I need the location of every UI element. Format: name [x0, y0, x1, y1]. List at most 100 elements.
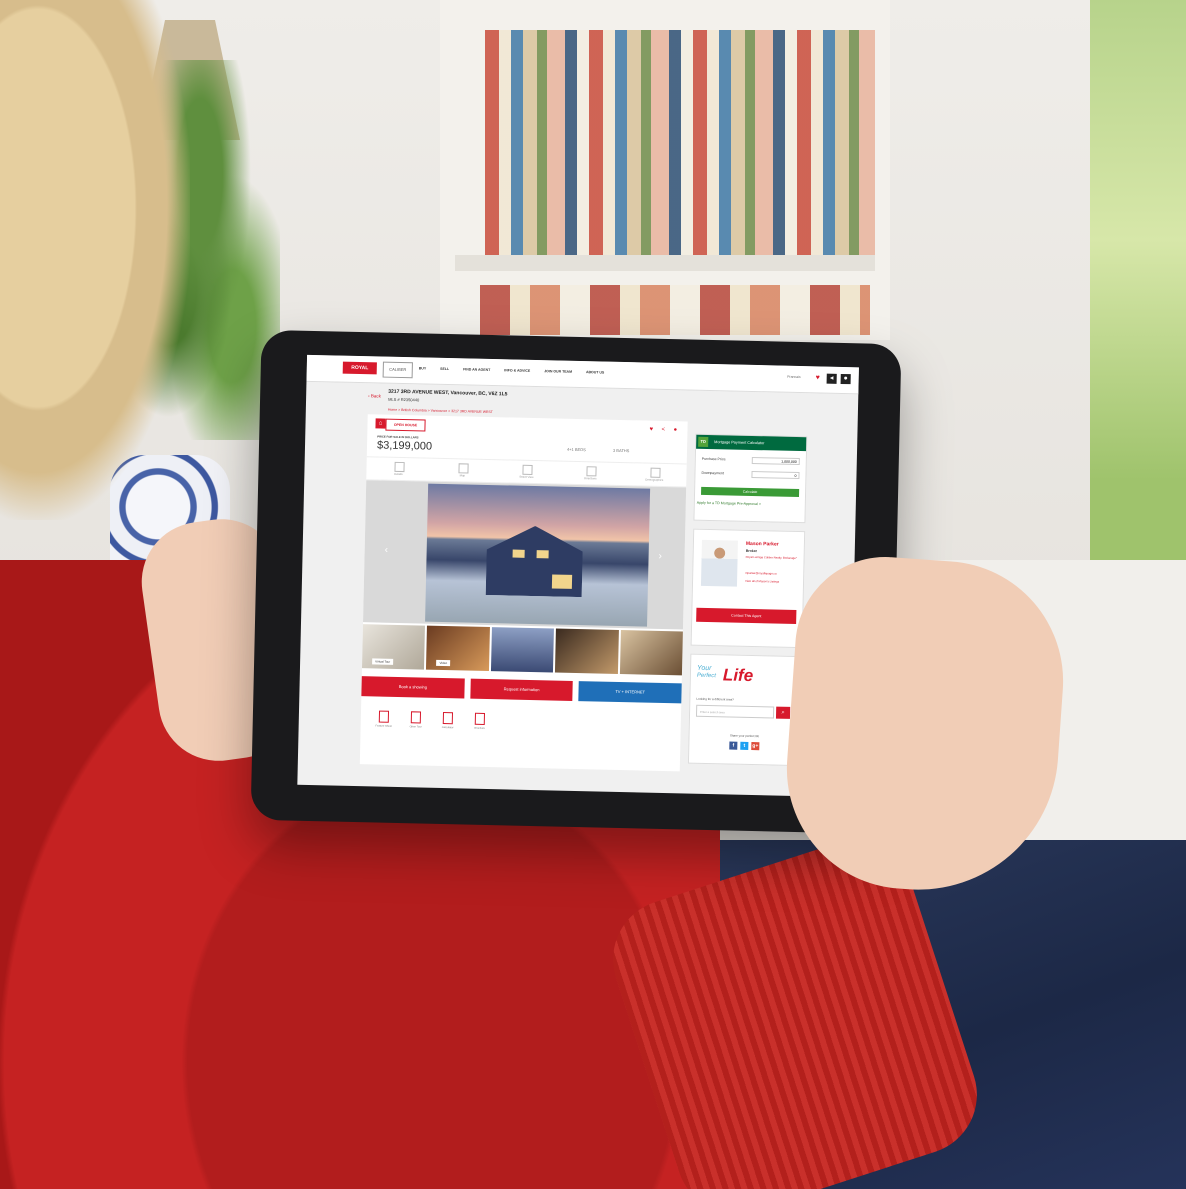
agent-email[interactable]: mparker@royallepage.ca: [745, 571, 776, 576]
calculator-tool[interactable]: Calculator: [434, 708, 461, 749]
open-tour-tool[interactable]: Open Tour: [402, 707, 429, 748]
tab-label: Details: [394, 471, 403, 477]
feature-sheet-tool[interactable]: Feature Sheet: [370, 706, 397, 747]
home-icon: ⌂: [375, 418, 386, 429]
thumbnail[interactable]: [619, 630, 683, 676]
nav-menu: BUY SELL FIND AN AGENT INFO & ADVICE JOI…: [419, 366, 605, 374]
agent-company: Royal LePage Caliber Realty, Brokerage*: [745, 554, 797, 561]
request-info-button[interactable]: Request information: [469, 678, 574, 701]
books-top-shelf: [485, 30, 875, 255]
heart-icon[interactable]: ♥: [813, 373, 823, 383]
nav-item-about[interactable]: ABOUT US: [586, 370, 604, 374]
person-hair: [0, 0, 190, 520]
twitter-icon[interactable]: t: [740, 741, 749, 750]
nav-item-sell[interactable]: SELL: [440, 367, 449, 371]
video-label[interactable]: Video: [436, 659, 451, 667]
calculator-icon: [442, 712, 454, 725]
open-house-badge[interactable]: OPEN HOUSE: [385, 418, 426, 432]
mortgage-calculator: Mortgage Payment Calculator TD Purchase …: [693, 433, 808, 524]
nav-item-join[interactable]: JOIN OUR TEAM: [544, 369, 572, 374]
tool-label: Open Tour: [409, 725, 422, 729]
map-icon: [458, 463, 469, 474]
back-link[interactable]: ‹ Back: [368, 393, 381, 398]
promo-card: Your Perfect Life Looking for a differen…: [687, 653, 803, 767]
contact-agent-button[interactable]: Contact This Agent: [696, 607, 797, 625]
downpayment-input[interactable]: 0: [751, 470, 800, 480]
facebook-icon[interactable]: f: [729, 741, 738, 750]
document-icon: [410, 711, 422, 724]
tv-internet-button[interactable]: TV + INTERNET: [578, 681, 682, 704]
listing-tools: Feature Sheet Open Tour Calculator Broch…: [360, 706, 691, 753]
tab-demographics[interactable]: Demographics: [622, 463, 686, 486]
books-lower-shelf: [480, 285, 870, 335]
share-icon[interactable]: <: [661, 427, 665, 433]
tab-street-view[interactable]: Street View: [494, 460, 558, 483]
tab-map[interactable]: Map: [430, 459, 494, 482]
google-plus-icon[interactable]: g+: [751, 742, 760, 751]
breadcrumb[interactable]: Home > British Columbia > Vancouver > 32…: [388, 408, 493, 414]
demographics-icon: [650, 467, 661, 478]
partner-logo: CALIBER: [382, 361, 413, 379]
house-window: [512, 549, 525, 558]
area-search-input[interactable]: Enter a search area: [695, 704, 775, 719]
search-icon[interactable]: ⌕: [775, 706, 791, 719]
mls-number: MLS # R2350440: [388, 396, 420, 403]
main-listing-photo[interactable]: [425, 483, 651, 627]
promo-life: Life: [722, 665, 754, 686]
tab-directions[interactable]: Directions: [558, 462, 622, 485]
tab-label: Street View: [519, 474, 534, 480]
purchase-price-input[interactable]: 1,000,000: [751, 456, 800, 466]
house-shape: [474, 525, 596, 598]
calculate-button[interactable]: Calculate: [701, 486, 800, 498]
downpayment-label: Downpayment: [701, 470, 724, 476]
nav-item-buy[interactable]: BUY: [419, 366, 426, 370]
tab-details[interactable]: Details: [366, 457, 430, 480]
house-window: [536, 550, 549, 559]
tool-label: Feature Sheet: [375, 724, 392, 728]
favorite-icon[interactable]: ♥: [649, 427, 653, 433]
photo-gallery: ‹ ›: [363, 480, 687, 630]
preapproval-link[interactable]: Apply for a TD Mortgage Pre-Approval >: [697, 501, 761, 506]
virtual-tour-label[interactable]: Virtual Tour: [372, 658, 394, 665]
action-buttons: Book a showing Request information TV + …: [361, 676, 682, 704]
td-logo: TD: [698, 436, 709, 447]
purchase-price-label: Purchase Price: [701, 456, 726, 462]
agent-name[interactable]: Mason Parker: [746, 541, 779, 548]
language-link[interactable]: Francais: [787, 375, 801, 379]
thumbnail[interactable]: Video: [426, 625, 490, 672]
brochure-tool[interactable]: Brochure: [466, 709, 493, 750]
shelf-board: [455, 255, 875, 271]
thumbnail[interactable]: Virtual Tour: [361, 624, 426, 670]
thumbnail[interactable]: [555, 628, 619, 674]
share-icon[interactable]: ◂: [826, 373, 837, 384]
print-icon[interactable]: ●: [673, 427, 677, 433]
book-showing-button[interactable]: Book a showing: [361, 676, 465, 699]
agent-listings-link[interactable]: View all of Mason's Listings: [745, 579, 779, 584]
promo-perfect: Perfect: [696, 672, 716, 680]
royal-lepage-logo[interactable]: ROYAL LEPAGE: [342, 361, 377, 383]
nav-item-info[interactable]: INFO & ADVICE: [504, 368, 530, 373]
listing-price: $3,199,000: [376, 439, 433, 453]
thumbnail[interactable]: [490, 627, 555, 673]
details-icon: [394, 461, 405, 473]
tab-label: Map: [459, 473, 466, 478]
nav-item-find-agent[interactable]: FIND AN AGENT: [463, 367, 490, 372]
prev-photo-arrow[interactable]: ‹: [385, 545, 389, 556]
agent-card: Mason Parker Broker Royal LePage Caliber…: [690, 528, 806, 649]
calculator-title: Mortgage Payment Calculator: [714, 440, 765, 446]
agent-photo: [700, 539, 738, 587]
tab-label: Demographics: [645, 477, 664, 482]
listing-panel: ⌂ OPEN HOUSE ♥ < ● PRICE FOR SALE IN DOL…: [359, 414, 691, 772]
promo-your: Your: [696, 664, 712, 673]
house-window: [551, 574, 573, 589]
tab-label: Directions: [584, 476, 597, 481]
baths-count: 3 BATHS: [612, 447, 630, 454]
directions-icon: [586, 466, 597, 477]
sidebar: Mortgage Payment Calculator TD Purchase …: [687, 433, 821, 767]
tool-label: Brochure: [474, 726, 485, 730]
agent-title: Broker: [745, 548, 758, 554]
user-icon[interactable]: ●: [840, 373, 851, 385]
next-photo-arrow[interactable]: ›: [658, 551, 662, 562]
listing-address: 3217 3RD AVENUE WEST, Vancouver, BC, V6Z…: [388, 388, 508, 398]
share-label: Share your perfect life: [729, 733, 760, 739]
